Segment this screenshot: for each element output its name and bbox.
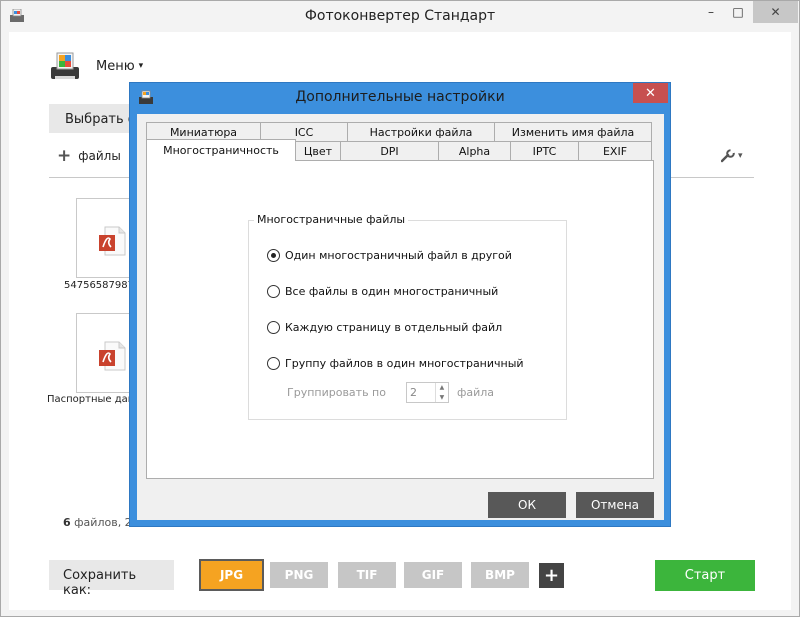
group-title: Многостраничные файлы <box>254 213 409 226</box>
format-png-button[interactable]: PNG <box>270 562 328 588</box>
pdf-file-icon <box>99 226 126 256</box>
group-by-value[interactable]: 2 <box>407 386 435 399</box>
add-files-label: файлы <box>78 149 121 163</box>
add-files-button[interactable]: + файлы <box>57 146 121 166</box>
group-by-stepper[interactable]: 2 ▲ ▼ <box>405 382 449 403</box>
radio-button[interactable] <box>267 357 280 370</box>
group-by-suffix: файла <box>456 386 495 399</box>
radio-label: Один многостраничный файл в другой <box>285 249 512 262</box>
advanced-settings-dialog: Дополнительные настройки ✕ Миниатюра ICC… <box>129 82 671 527</box>
chevron-down-icon[interactable]: ▼ <box>436 393 448 403</box>
radio-button[interactable] <box>267 285 280 298</box>
format-tif-button[interactable]: TIF <box>338 562 396 588</box>
maximize-button[interactable]: □ <box>725 1 751 23</box>
add-format-button[interactable]: + <box>539 563 564 588</box>
file-count-text: файлов, 2 <box>70 516 132 529</box>
minimize-button[interactable]: – <box>698 1 724 23</box>
pdf-file-icon <box>99 341 126 371</box>
radio-one-to-other[interactable]: Один многостраничный файл в другой <box>267 249 512 262</box>
file-thumbnail[interactable] <box>76 313 131 393</box>
tab-file-settings[interactable]: Настройки файла <box>347 122 495 141</box>
file-count-status: 6 файлов, 2 <box>63 516 139 529</box>
tab-rename-file[interactable]: Изменить имя файла <box>494 122 652 141</box>
chevron-up-icon[interactable]: ▲ <box>436 383 448 393</box>
file-name: 54756587987 <box>64 280 131 291</box>
dialog-title: Дополнительные настройки <box>295 89 505 105</box>
window-title: Фотоконвертер Стандарт <box>304 8 496 24</box>
format-bmp-button[interactable]: BMP <box>471 562 529 588</box>
radio-button[interactable] <box>267 321 280 334</box>
tab-dpi[interactable]: DPI <box>340 141 439 160</box>
multipage-group: Многостраничные файлы Один многостраничн… <box>248 213 567 420</box>
tab-multipage[interactable]: Многостраничность <box>146 139 296 161</box>
tab-iptc[interactable]: IPTC <box>510 141 579 160</box>
chevron-down-icon: ▾ <box>138 61 144 71</box>
group-by-label: Группировать по <box>287 386 386 399</box>
format-jpg-button[interactable]: JPG <box>199 559 264 591</box>
main-titlebar[interactable]: Фотоконвертер Стандарт – □ ✕ <box>1 1 799 32</box>
group-by-row: Группировать по 2 ▲ ▼ файла <box>287 382 494 403</box>
start-button[interactable]: Старт <box>655 560 755 591</box>
save-as-label: Сохранить как: <box>49 560 174 598</box>
app-logo-icon <box>51 52 79 79</box>
tab-alpha[interactable]: Alpha <box>438 141 511 160</box>
plus-icon: + <box>57 146 72 166</box>
multipage-panel: Многостраничные файлы Один многостраничн… <box>146 160 654 479</box>
close-button[interactable]: ✕ <box>753 1 798 23</box>
settings-menu-button[interactable]: ▾ <box>721 149 743 163</box>
radio-each-page[interactable]: Каждую страницу в отдельный файл <box>267 321 502 334</box>
file-count-number: 6 <box>63 516 71 529</box>
format-gif-button[interactable]: GIF <box>404 562 462 588</box>
menu-label: Меню <box>96 58 135 74</box>
menu-button[interactable]: Меню ▾ <box>49 50 143 82</box>
chevron-down-icon: ▾ <box>738 151 743 161</box>
dialog-content: Миниатюра ICC Настройки файла Изменить и… <box>137 114 664 520</box>
radio-all-to-one[interactable]: Все файлы в один многостраничный <box>267 285 498 298</box>
tab-color[interactable]: Цвет <box>295 141 341 160</box>
radio-button-checked[interactable] <box>267 249 280 262</box>
stepper-arrows[interactable]: ▲ ▼ <box>434 383 448 403</box>
ok-button[interactable]: ОК <box>488 492 566 518</box>
radio-group-to-one[interactable]: Группу файлов в один многостраничный <box>267 357 524 370</box>
dialog-close-button[interactable]: ✕ <box>633 83 668 103</box>
radio-label: Каждую страницу в отдельный файл <box>285 321 503 334</box>
radio-label: Все файлы в один многостраничный <box>285 285 499 298</box>
wrench-icon <box>721 149 735 163</box>
tab-exif[interactable]: EXIF <box>578 141 652 160</box>
radio-label: Группу файлов в один многостраничный <box>285 357 524 370</box>
cancel-button[interactable]: Отмена <box>576 492 654 518</box>
file-thumbnail[interactable] <box>76 198 131 278</box>
file-name: Паспортные данные <box>47 394 131 405</box>
